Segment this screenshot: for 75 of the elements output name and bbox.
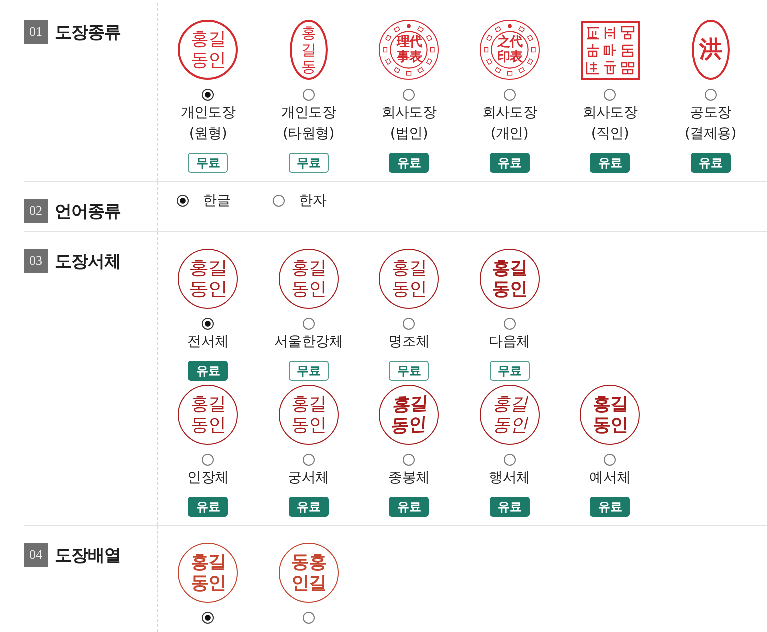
price-badge: 유료 <box>490 153 530 173</box>
seal-text: 홍길 동인 <box>392 258 427 300</box>
stamp-type-label: 예서체 <box>590 469 631 488</box>
price-badge: 무료 <box>490 361 530 381</box>
price-badge: 유료 <box>690 153 731 173</box>
seal-text: 홍길 동인 <box>291 258 326 300</box>
section-number: 04 <box>24 543 48 567</box>
radio-button[interactable] <box>403 318 416 330</box>
stamp-type-label: 전서체 <box>188 333 229 352</box>
radio-button[interactable] <box>403 89 416 101</box>
seal-text: 홍길 동인 <box>592 394 628 436</box>
seal-text: 홍길 동인 <box>189 258 228 300</box>
seal-text: 홍길 동인 <box>390 393 428 437</box>
option-label: 한글 <box>203 192 231 210</box>
price-badge: 무료 <box>288 153 329 173</box>
stamp-type-label: 서울한강체 <box>274 333 343 352</box>
price-badge: 무료 <box>288 361 329 381</box>
seal-text: 홍길 동인 <box>190 394 226 436</box>
price-badge: 유료 <box>389 497 430 517</box>
price-badge: 유료 <box>590 497 630 517</box>
radio-button[interactable] <box>504 89 516 101</box>
seal-text: 동홍 인길 <box>291 552 326 594</box>
radio-button[interactable] <box>202 454 214 466</box>
radio-button[interactable] <box>604 89 616 101</box>
radio-button[interactable] <box>302 454 315 466</box>
radio-button[interactable] <box>504 318 516 330</box>
section-title: 도장배열 <box>55 544 121 566</box>
radio-button[interactable] <box>202 318 214 330</box>
radio-button[interactable] <box>403 454 416 466</box>
stamp-type-label: 회사도장 (직인) <box>582 104 638 144</box>
seal-text: 홍길 동인 <box>190 29 226 71</box>
section-number: 03 <box>24 249 48 273</box>
radio-button[interactable] <box>504 454 516 466</box>
section-number: 02 <box>24 199 48 223</box>
section-number: 01 <box>24 20 48 44</box>
radio-button[interactable] <box>302 318 315 330</box>
stamp-type-label: 다음체 <box>489 333 530 352</box>
option-label: 한자 <box>299 192 327 210</box>
price-badge: 유료 <box>288 497 329 517</box>
radio-button[interactable] <box>202 89 214 101</box>
radio-button[interactable] <box>273 195 285 207</box>
seal-text: 홍길 동인 <box>492 394 528 436</box>
stamp-type-label: 종봉체 <box>388 469 430 488</box>
stamp-type-label: 명조체 <box>388 333 430 352</box>
radio-button[interactable] <box>604 454 616 466</box>
radio-button[interactable] <box>704 89 717 101</box>
seal-text: 홍길 동인 <box>291 394 326 436</box>
radio-button[interactable] <box>302 612 315 624</box>
seal-text: 홍길 동인 <box>492 258 528 300</box>
section-title: 언어종류 <box>55 200 121 222</box>
seal-text: 홍길 동인 <box>190 552 226 594</box>
seal-text: 洪 <box>700 37 722 63</box>
stamp-type-label: 공도장 (결제용) <box>685 104 736 144</box>
radio-button[interactable] <box>302 89 315 101</box>
stamp-type-label: 개인도장 (원형) <box>180 104 236 144</box>
price-badge: 유료 <box>490 497 530 517</box>
seal-text: 홍 길 동 <box>302 24 316 76</box>
radio-button[interactable] <box>177 195 189 207</box>
price-badge: 무료 <box>188 153 228 173</box>
stamp-type-label: 회사도장 (개인) <box>482 104 538 144</box>
stamp-type-label: 인장체 <box>188 469 229 488</box>
price-badge: 무료 <box>389 361 430 381</box>
price-badge: 유료 <box>188 361 228 381</box>
section-title: 도장서체 <box>55 250 121 272</box>
price-badge: 유료 <box>389 153 430 173</box>
stamp-type-label: 회사도장 (법인) <box>382 104 437 144</box>
seal-text: 之代 印表 <box>497 35 522 65</box>
stamp-type-label: 개인도장 (타원형) <box>281 104 336 144</box>
stamp-type-label: 행서체 <box>489 469 530 488</box>
price-badge: 유료 <box>590 153 630 173</box>
section-title: 도장종류 <box>55 22 121 44</box>
seal-text: 理代 事表 <box>396 35 422 65</box>
radio-button[interactable] <box>202 612 214 624</box>
stamp-type-label: 궁서체 <box>288 469 330 488</box>
price-badge: 유료 <box>188 497 228 517</box>
